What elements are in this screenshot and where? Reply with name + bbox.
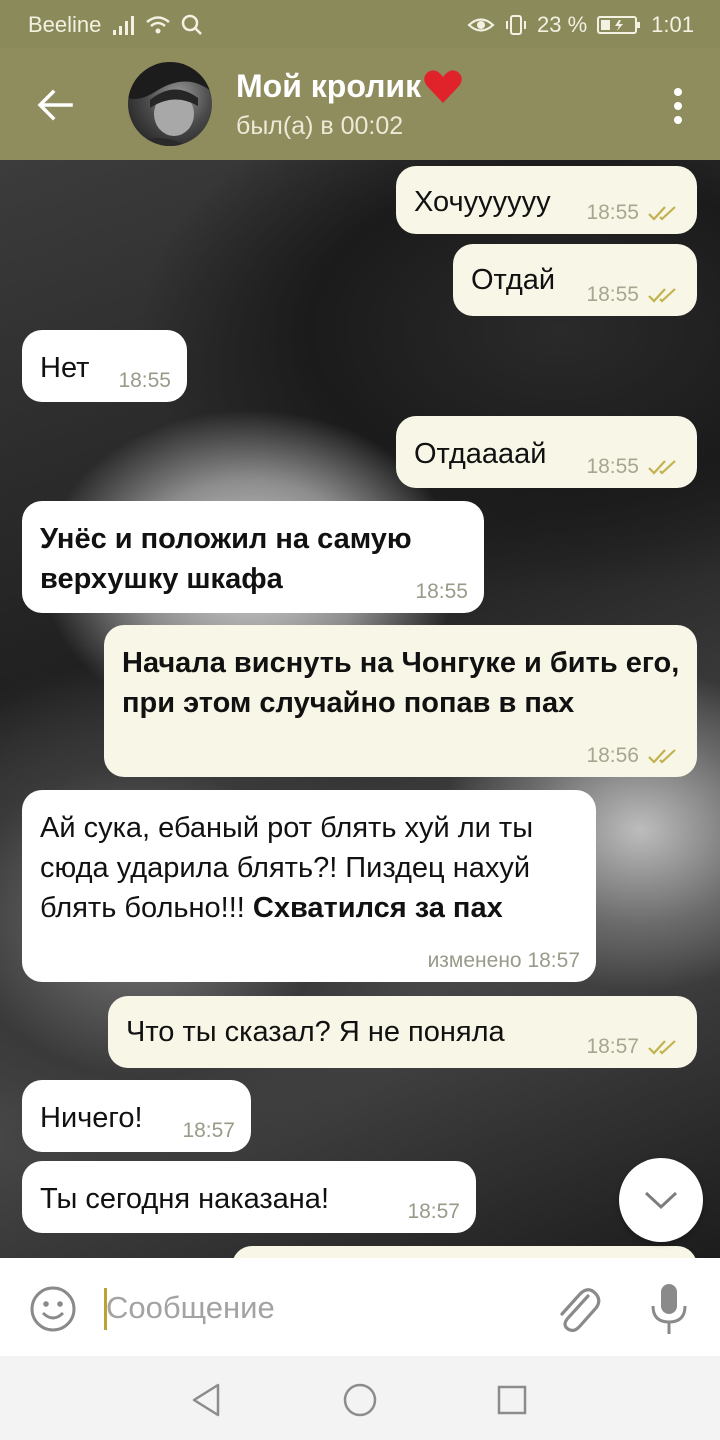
message-incoming[interactable]: Ничего! 18:57 bbox=[22, 1080, 251, 1152]
nav-home-button[interactable] bbox=[340, 1380, 380, 1420]
message-action: Схватился за пах bbox=[252, 892, 503, 924]
message-time: 18:57 bbox=[182, 1119, 235, 1142]
message-time: 18:55 bbox=[415, 580, 468, 603]
back-button[interactable] bbox=[28, 78, 82, 132]
message-text: Хочуууууу bbox=[414, 186, 551, 218]
last-seen: был(а) в 00:02 bbox=[236, 112, 404, 140]
double-check-icon bbox=[648, 288, 676, 303]
double-check-icon bbox=[648, 1040, 676, 1055]
message-incoming[interactable]: Унёс и положил на самую верхушку шкафа 1… bbox=[22, 501, 484, 613]
more-dot bbox=[674, 116, 682, 124]
message-text: Отдай bbox=[471, 264, 556, 296]
avatar[interactable] bbox=[128, 62, 212, 146]
double-check-icon bbox=[648, 206, 676, 221]
message-meta: 18:55 bbox=[586, 202, 681, 224]
nav-back-button[interactable] bbox=[186, 1380, 226, 1420]
message-outgoing[interactable]: Хочуууууу 18:55 bbox=[396, 166, 697, 234]
square-recent-icon bbox=[497, 1385, 527, 1415]
message-text: Отдаааай bbox=[414, 438, 547, 470]
status-bar: Beeline 23 % 1:01 bbox=[0, 0, 720, 48]
battery-percent: 23 % bbox=[537, 12, 588, 37]
message-time: 18:56 bbox=[586, 744, 639, 767]
message-text: Унёс и положил на самую верхушку шкафа bbox=[40, 523, 412, 595]
message-time: 18:55 bbox=[586, 283, 639, 306]
message-time: 18:55 bbox=[118, 369, 171, 392]
paperclip-icon bbox=[560, 1288, 601, 1333]
smile-icon bbox=[30, 1286, 76, 1332]
message-incoming[interactable]: Ай сука, ебаный рот блять хуй ли ты сюда… bbox=[22, 790, 596, 982]
message-time: 18:55 bbox=[586, 201, 639, 224]
battery-icon bbox=[597, 16, 641, 34]
vibrate-icon bbox=[506, 15, 527, 35]
message-meta: 18:57 bbox=[182, 1120, 235, 1142]
chat-header: Мой кролик был(а) в 00:02 bbox=[0, 48, 720, 160]
message-meta: 18:57 bbox=[407, 1201, 460, 1223]
search-icon bbox=[182, 14, 203, 35]
carrier-label: Beeline bbox=[28, 12, 102, 37]
system-nav-bar bbox=[0, 1356, 720, 1440]
triangle-back-icon bbox=[192, 1383, 220, 1417]
nav-recent-button[interactable] bbox=[492, 1380, 532, 1420]
chat-title-text: Мой кролик bbox=[236, 68, 422, 104]
message-meta: изменено 18:57 bbox=[428, 950, 580, 972]
microphone-button[interactable] bbox=[648, 1280, 690, 1338]
heart-icon bbox=[424, 69, 462, 103]
circle-home-icon bbox=[343, 1383, 377, 1417]
emoji-button[interactable] bbox=[28, 1284, 78, 1334]
wifi-icon bbox=[146, 16, 171, 34]
message-text: Нет bbox=[40, 352, 90, 384]
message-meta: 18:56 bbox=[586, 745, 681, 767]
eye-icon bbox=[467, 18, 495, 32]
arrow-left-icon bbox=[37, 89, 73, 121]
message-outgoing[interactable]: Что ты сказал? Я не поняла 18:57 bbox=[108, 996, 697, 1068]
message-time: изменено 18:57 bbox=[427, 949, 580, 972]
scroll-down-button[interactable] bbox=[619, 1158, 703, 1242]
message-text: Ничего! bbox=[40, 1102, 143, 1134]
attach-button[interactable] bbox=[552, 1282, 602, 1336]
message-meta: 18:55 bbox=[118, 370, 171, 392]
avatar-photo bbox=[128, 62, 212, 146]
message-text: Что ты сказал? Я не поняла bbox=[126, 1016, 505, 1048]
more-vertical-icon bbox=[674, 88, 682, 96]
message-outgoing[interactable]: Начала виснуть на Чонгуке и бить его, пр… bbox=[104, 625, 697, 777]
message-outgoing-partial[interactable] bbox=[232, 1246, 697, 1258]
clock: 1:01 bbox=[651, 12, 694, 37]
message-meta: 18:57 bbox=[586, 1036, 681, 1058]
message-incoming[interactable]: Нет 18:55 bbox=[22, 330, 187, 402]
double-check-icon bbox=[648, 460, 676, 475]
message-time: 18:57 bbox=[586, 1035, 639, 1058]
message-meta: 18:55 bbox=[415, 581, 468, 603]
chat-area[interactable]: Хочуууууу 18:55 Отдай 18:55 Нет 18:55 От… bbox=[0, 160, 720, 1258]
message-text: Ай сука, ебаный рот блять хуй ли ты сюда… bbox=[40, 808, 580, 928]
signal-icon bbox=[113, 16, 135, 35]
input-bar bbox=[0, 1258, 720, 1356]
message-incoming[interactable]: Ты сегодня наказана! 18:57 bbox=[22, 1161, 476, 1233]
message-outgoing[interactable]: Отдаааай 18:55 bbox=[396, 416, 697, 488]
more-options-button[interactable] bbox=[666, 82, 690, 130]
message-text: Ты сегодня наказана! bbox=[40, 1183, 329, 1215]
message-time: 18:57 bbox=[407, 1200, 460, 1223]
chevron-down-icon bbox=[644, 1191, 678, 1210]
message-meta: 18:55 bbox=[586, 456, 681, 478]
message-outgoing[interactable]: Отдай 18:55 bbox=[453, 244, 697, 316]
message-input[interactable] bbox=[106, 1280, 526, 1336]
more-dot bbox=[674, 102, 682, 110]
chat-title[interactable]: Мой кролик bbox=[236, 68, 463, 105]
message-meta: 18:55 bbox=[586, 284, 681, 306]
microphone-icon bbox=[651, 1284, 687, 1334]
message-text: Начала виснуть на Чонгуке и бить его, пр… bbox=[122, 647, 680, 719]
double-check-icon bbox=[648, 749, 676, 764]
message-time: 18:55 bbox=[586, 455, 639, 478]
